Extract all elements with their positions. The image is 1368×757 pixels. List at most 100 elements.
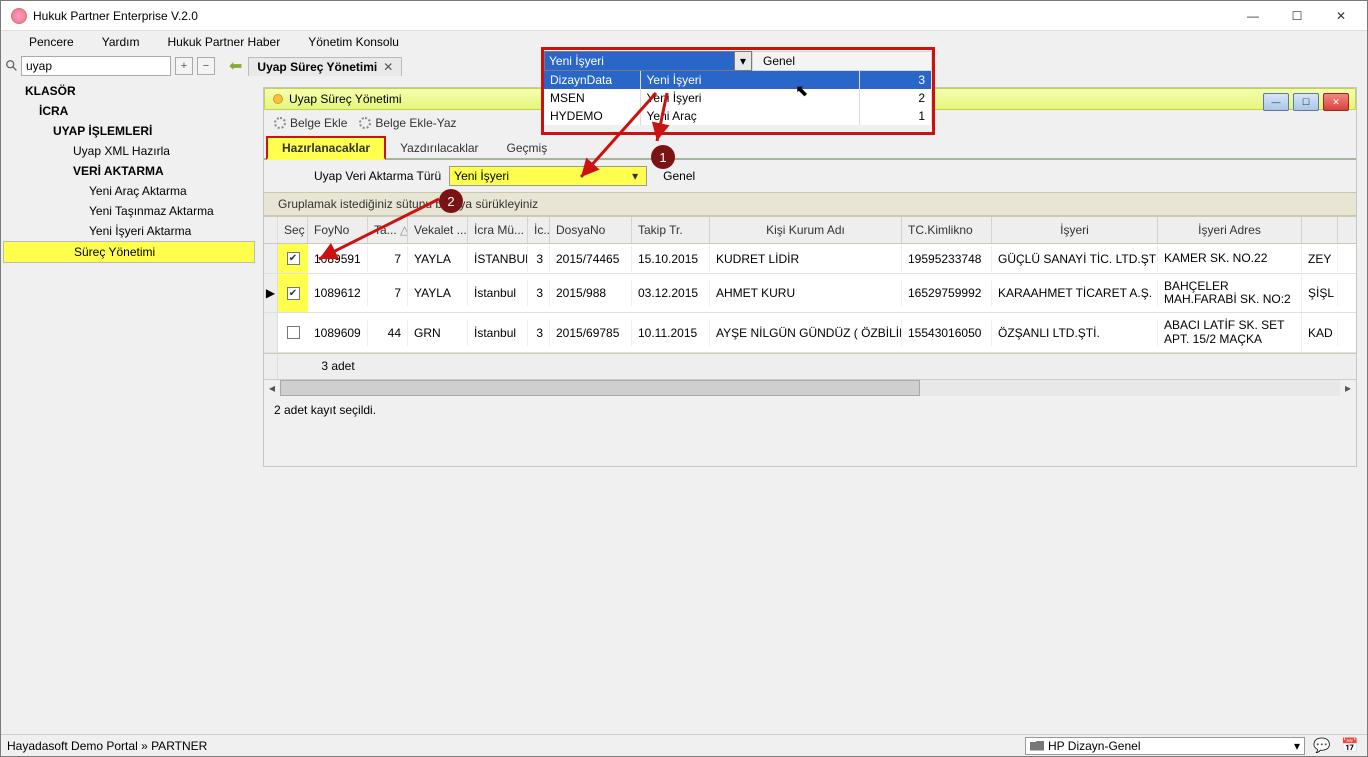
scroll-thumb[interactable]	[280, 380, 920, 396]
tree-uyap-islemleri[interactable]: UYAP İŞLEMLERİ	[3, 121, 255, 141]
document-tab[interactable]: Uyap Süreç Yönetimi ✕	[248, 57, 402, 76]
checkbox[interactable]: ✔	[287, 287, 300, 300]
statusbar: Hayadasoft Demo Portal » PARTNER HP Diza…	[1, 734, 1367, 756]
expand-button[interactable]: +	[175, 57, 193, 75]
col-icra[interactable]: İcra Mü...	[468, 217, 528, 243]
tree-yeni-isyeri[interactable]: Yeni İşyeri Aktarma	[3, 221, 255, 241]
belge-ekle-yaz-button[interactable]: Belge Ekle-Yaz	[353, 114, 462, 132]
cell-icra: İstanbul	[468, 280, 528, 306]
overlay-row[interactable]: DizaynDataYeni İşyeri3	[544, 71, 932, 89]
cell-last: ŞİŞL	[1302, 280, 1338, 306]
row-checkbox-cell[interactable]: ✔	[278, 244, 308, 273]
col-sec[interactable]: Seç	[278, 217, 308, 243]
overlay-dd-button[interactable]: ▾	[734, 51, 752, 71]
selection-status: 2 adet kayıt seçildi.	[264, 397, 1356, 423]
checkbox[interactable]: ✔	[287, 252, 300, 265]
back-icon[interactable]: ⬅	[229, 56, 242, 76]
col-vek[interactable]: Vekalet ...	[408, 217, 468, 243]
overlay-c2: Yeni İşyeri	[640, 89, 860, 107]
overlay-row[interactable]: MSENYeni İşyeri2	[544, 89, 932, 107]
chat-icon[interactable]: 💬	[1311, 737, 1333, 755]
tree-klasor[interactable]: KLASÖR	[3, 81, 255, 101]
inner-minimize-button[interactable]: —	[1263, 93, 1289, 111]
filter-combo-value: Yeni İşyeri	[454, 169, 509, 183]
scroll-right-icon[interactable]: ▸	[1340, 381, 1356, 395]
grid-scrollbar[interactable]: ◂ ▸	[264, 379, 1356, 397]
inner-close-button[interactable]: ✕	[1323, 93, 1349, 111]
col-ta[interactable]: Ta... △	[368, 217, 408, 243]
title-dot-icon	[273, 94, 283, 104]
filter-side-label: Genel	[663, 169, 695, 183]
col-foy[interactable]: FoyNo	[308, 217, 368, 243]
tree-yeni-arac[interactable]: Yeni Araç Aktarma	[3, 181, 255, 201]
cell-ta: 44	[368, 320, 408, 346]
overlay-c3: 2	[860, 89, 932, 107]
col-tc[interactable]: TC.Kimlikno	[902, 217, 992, 243]
menu-pencere[interactable]: Pencere	[15, 33, 88, 51]
menu-yonetim[interactable]: Yönetim Konsolu	[294, 33, 413, 51]
calendar-icon[interactable]: 📅	[1339, 737, 1361, 755]
minimize-button[interactable]: —	[1231, 2, 1275, 30]
cell-takip: 10.11.2015	[632, 320, 710, 346]
close-button[interactable]: ✕	[1319, 2, 1363, 30]
table-row[interactable]: ✔10895917YAYLAİSTANBUL32015/7446515.10.2…	[264, 244, 1356, 274]
cell-ta: 7	[368, 280, 408, 306]
table-row[interactable]: ▶✔10896127YAYLAİstanbul32015/98803.12.20…	[264, 274, 1356, 313]
group-hint[interactable]: Gruplamak istediğiniz sütunu buraya sürü…	[264, 192, 1356, 216]
overlay-dropdown[interactable]: Yeni İşyeri ▾ Genel DizaynDataYeni İşyer…	[544, 51, 932, 125]
statusbar-left: Hayadasoft Demo Portal » PARTNER	[7, 739, 207, 753]
cell-tc: 16529759992	[902, 280, 992, 306]
overlay-side-label: Genel	[752, 51, 932, 71]
tab-hazirlanacaklar[interactable]: Hazırlanacaklar	[266, 136, 386, 160]
cell-kisi: AHMET KURU	[710, 280, 902, 306]
cell-ta: 7	[368, 246, 408, 272]
tree-veri-aktarma[interactable]: VERİ AKTARMA	[3, 161, 255, 181]
checkbox[interactable]	[287, 326, 300, 339]
tree-icra[interactable]: İCRA	[3, 101, 255, 121]
tab-close-icon[interactable]: ✕	[383, 60, 393, 74]
col-kisi[interactable]: Kişi Kurum Adı	[710, 217, 902, 243]
col-adres[interactable]: İşyeri Adres	[1158, 217, 1302, 243]
cell-vek: YAYLA	[408, 246, 468, 272]
overlay-row[interactable]: HYDEMOYeni Araç1	[544, 107, 932, 125]
col-ic[interactable]: İc...	[528, 217, 550, 243]
cell-vek: GRN	[408, 320, 468, 346]
cell-adres: ABACI LATİF SK. SET APT. 15/2 MAÇKA	[1158, 313, 1302, 351]
filter-combo[interactable]: Yeni İşyeri ▾	[449, 166, 647, 186]
tree-surec-yonetimi[interactable]: Süreç Yönetimi	[3, 241, 255, 263]
maximize-button[interactable]: ☐	[1275, 2, 1319, 30]
cell-foy: 1089609	[308, 320, 368, 346]
content-area: Uyap Süreç Yönetimi — ☐ ✕ Belge Ekle Bel…	[257, 81, 1367, 734]
row-checkbox-cell[interactable]: ✔	[278, 274, 308, 312]
chevron-down-icon: ▾	[1294, 739, 1300, 753]
col-takip[interactable]: Takip Tr.	[632, 217, 710, 243]
belge-ekle-button[interactable]: Belge Ekle	[268, 114, 353, 132]
cell-takip: 03.12.2015	[632, 280, 710, 306]
col-isyeri[interactable]: İşyeri	[992, 217, 1158, 243]
table-row[interactable]: 108960944GRNİstanbul32015/6978510.11.201…	[264, 313, 1356, 352]
row-checkbox-cell[interactable]	[278, 313, 308, 351]
tree-yeni-tasinmaz[interactable]: Yeni Taşınmaz Aktarma	[3, 201, 255, 221]
document-tab-label: Uyap Süreç Yönetimi	[257, 60, 377, 74]
tree-uyap-xml[interactable]: Uyap XML Hazırla	[3, 141, 255, 161]
cell-dosya: 2015/69785	[550, 320, 632, 346]
tab-gecmis[interactable]: Geçmiş	[493, 138, 562, 158]
grid-header: Seç FoyNo Ta... △ Vekalet ... İcra Mü...…	[264, 216, 1356, 244]
overlay-c1: DizaynData	[544, 71, 640, 89]
collapse-button[interactable]: −	[197, 57, 215, 75]
menu-yardim[interactable]: Yardım	[88, 33, 154, 51]
col-last[interactable]	[1302, 217, 1338, 243]
tab-yazdirilacaklar[interactable]: Yazdırılacaklar	[386, 138, 492, 158]
inner-window: Uyap Süreç Yönetimi — ☐ ✕ Belge Ekle Bel…	[263, 87, 1357, 467]
scroll-left-icon[interactable]: ◂	[264, 381, 280, 395]
overlay-selected[interactable]: Yeni İşyeri	[544, 51, 734, 71]
search-input[interactable]	[21, 56, 171, 76]
inner-maximize-button[interactable]: ☐	[1293, 93, 1319, 111]
row-marker	[264, 313, 278, 351]
overlay-c2: Yeni İşyeri	[640, 71, 860, 89]
spinner-icon	[359, 117, 371, 129]
cell-tc: 19595233748	[902, 246, 992, 272]
col-dosya[interactable]: DosyaNo	[550, 217, 632, 243]
menu-haber[interactable]: Hukuk Partner Haber	[154, 33, 295, 51]
status-combo[interactable]: HP Dizayn-Genel ▾	[1025, 737, 1305, 755]
